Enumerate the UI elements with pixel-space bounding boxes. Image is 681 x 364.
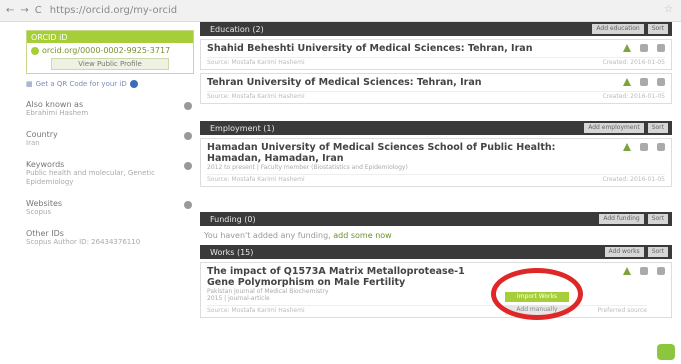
education-item-title: Tehran University of Medical Sciences: T… — [207, 77, 482, 88]
employment-item: Hamadan University of Medical Sciences S… — [200, 138, 672, 187]
works-item-title: The impact of Q1573A Matrix Metalloprote… — [207, 266, 465, 288]
education-item-title: Shahid Beheshti University of Medical Sc… — [207, 43, 533, 54]
privacy-trusted-icon[interactable] — [640, 143, 648, 151]
sidebar-section-keywords: Keywords Public health and molecular, Ge… — [26, 160, 194, 187]
employment-item-title: Hamadan University of Medical Sciences S… — [207, 142, 556, 164]
employment-header[interactable]: Employment (1) Add employment Sort — [200, 121, 672, 135]
orcid-id-link[interactable]: orcid.org/0000-0002-9925-3717 — [27, 43, 193, 58]
qr-code-link[interactable]: ▦ Get a QR Code for your iD — [26, 80, 194, 88]
orcid-id-label: ORCID iD — [27, 31, 193, 43]
url-text[interactable]: https://orcid.org/my-orcid — [50, 5, 177, 16]
browser-url-bar[interactable]: ← → C https://orcid.org/my-orcid ☆ — [0, 0, 681, 22]
privacy-everyone-icon[interactable] — [623, 143, 631, 151]
privacy-private-icon[interactable] — [657, 267, 665, 275]
funding-title[interactable]: Funding (0) — [210, 215, 256, 224]
sort-button[interactable]: Sort — [647, 214, 668, 224]
sidebar: ORCID iD orcid.org/0000-0002-9925-3717 V… — [26, 22, 194, 364]
edit-icon[interactable] — [184, 162, 192, 170]
orcid-logo-icon — [31, 46, 39, 55]
education-title[interactable]: Education (2) — [210, 25, 264, 34]
edit-icon[interactable] — [184, 102, 192, 110]
funding-empty-message: You haven't added any funding, add some … — [204, 231, 392, 240]
works-item: The impact of Q1573A Matrix Metalloprote… — [200, 262, 672, 318]
privacy-everyone-icon[interactable] — [623, 44, 631, 52]
add-works-button[interactable]: Add works — [604, 247, 644, 257]
privacy-trusted-icon[interactable] — [640, 44, 648, 52]
education-item: Shahid Beheshti University of Medical Sc… — [200, 39, 672, 70]
add-employment-button[interactable]: Add employment — [584, 123, 644, 133]
employment-title[interactable]: Employment (1) — [210, 124, 275, 133]
main-content: Education (2) Add education Sort Shahid … — [200, 22, 672, 364]
privacy-everyone-icon[interactable] — [623, 267, 631, 275]
education-header[interactable]: Education (2) Add education Sort — [200, 22, 672, 36]
forward-icon[interactable]: → — [20, 5, 28, 16]
add-funding-button[interactable]: Add funding — [599, 214, 644, 224]
education-item: Tehran University of Medical Sciences: T… — [200, 73, 672, 104]
privacy-everyone-icon[interactable] — [623, 78, 631, 86]
privacy-trusted-icon[interactable] — [640, 267, 648, 275]
edit-icon[interactable] — [184, 201, 192, 209]
qr-icon: ▦ — [26, 80, 33, 88]
privacy-private-icon[interactable] — [657, 78, 665, 86]
reload-icon[interactable]: C — [35, 5, 42, 16]
edit-icon[interactable] — [184, 132, 192, 140]
browser-nav: ← → C — [6, 5, 42, 16]
sidebar-section-other-ids: Other IDs Scopus Author ID: 26434376110 — [26, 229, 141, 246]
works-title[interactable]: Works (15) — [210, 248, 253, 257]
privacy-trusted-icon[interactable] — [640, 78, 648, 86]
help-icon[interactable] — [129, 80, 138, 88]
sidebar-section-also-known-as: Also known as Ebrahimi Hashem — [26, 100, 194, 118]
corner-widget-icon[interactable] — [657, 344, 675, 360]
add-funding-link[interactable]: add some now — [333, 231, 391, 240]
sort-button[interactable]: Sort — [647, 123, 668, 133]
orcid-id-box: ORCID iD orcid.org/0000-0002-9925-3717 V… — [26, 30, 194, 74]
view-public-profile-button[interactable]: View Public Profile — [51, 58, 169, 70]
sort-button[interactable]: Sort — [647, 247, 668, 257]
sidebar-section-country: Country Iran — [26, 130, 194, 148]
works-header[interactable]: Works (15) Add works Sort — [200, 245, 672, 259]
bookmark-star-icon[interactable]: ☆ — [664, 4, 673, 15]
sort-button[interactable]: Sort — [647, 24, 668, 34]
sidebar-section-websites: Websites Scopus — [26, 199, 194, 217]
highlight-circle — [491, 268, 583, 320]
back-icon[interactable]: ← — [6, 5, 14, 16]
privacy-private-icon[interactable] — [657, 44, 665, 52]
funding-header[interactable]: Funding (0) Add funding Sort — [200, 212, 672, 226]
add-education-button[interactable]: Add education — [592, 24, 644, 34]
privacy-private-icon[interactable] — [657, 143, 665, 151]
